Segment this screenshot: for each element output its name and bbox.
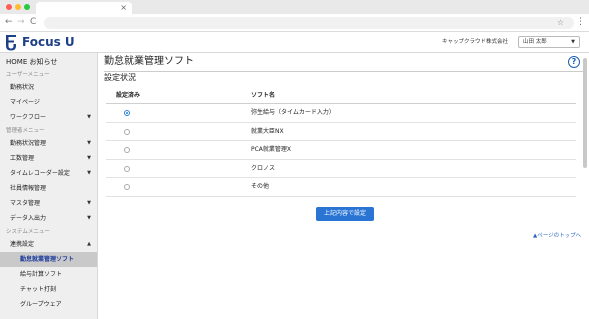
sidebar-item-label: データ入出力 [10,215,47,222]
section-title: 設定状況 [104,73,136,82]
sidebar-subitem-groupware[interactable]: グループウェア [0,297,97,312]
sidebar-item-attendance[interactable]: 勤務状況 [0,80,97,95]
software-name: 就業大臣NX [251,127,284,135]
sidebar-item-label: ワークフロー [10,114,47,121]
table-row[interactable]: PCA就業管理X [106,141,576,160]
sidebar-item-label: タイムレコーダー設定 [10,170,70,177]
app-header: Focus U キャップクラウド株式会社 山田 太郎 ▼ [0,32,589,53]
page-top-link[interactable]: ▲ページのトップへ [533,233,581,240]
software-radio[interactable] [124,184,130,190]
main-content: 勤怠就業管理ソフト ? 設定状況 設定済み ソフト名 弥生給与（タイムカード入力… [104,53,589,319]
sidebar-item-label: 勤務状況管理 [10,140,47,147]
software-name: その他 [251,183,270,190]
sidebar-item-attendance-admin[interactable]: 勤務状況管理 ▼ [0,136,97,151]
logo-text[interactable]: Focus U [22,35,75,50]
browser-tab[interactable]: × [36,2,132,14]
browser-menu-icon[interactable]: ⋮ [576,17,585,28]
column-header-status: 設定済み [116,92,141,99]
sidebar: HOME お知らせ ユーザーメニュー 勤務状況 マイページ ワークフロー ▼ 管… [0,53,98,319]
sidebar-subitem-attendance-software[interactable]: 勤怠就業管理ソフト [0,252,97,267]
window-close-dot[interactable] [6,4,12,10]
software-radio[interactable] [124,128,130,135]
chevron-down-icon: ▼ [571,39,575,45]
table-row[interactable]: 弥生給与（タイムカード入力） [106,104,576,123]
sidebar-subitem-chat-clock[interactable]: チャット打刻 [0,282,97,297]
back-icon[interactable]: ← [5,17,13,28]
software-radio[interactable] [124,165,130,172]
table-row[interactable]: クロノス [106,160,576,178]
sidebar-item-data-io[interactable]: データ入出力 ▼ [0,211,97,226]
sidebar-item-time-recorder[interactable]: タイムレコーダー設定 ▼ [0,166,97,181]
company-name: キャップクラウド株式会社 [442,39,509,45]
sidebar-item-label: 工数管理 [10,155,35,162]
sidebar-subitem-payroll-software[interactable]: 給与計算ソフト [0,267,97,282]
chevron-down-icon: ▼ [87,114,91,120]
table-row[interactable]: 就業大臣NX [106,123,576,141]
sidebar-section-system: システムメニュー [6,229,50,235]
software-name: PCA就業管理X [251,146,292,153]
chevron-down-icon: ▼ [87,170,91,176]
address-bar[interactable]: ☆ [44,17,574,29]
column-header-software: ソフト名 [251,92,276,99]
sidebar-item-mypage[interactable]: マイページ [0,95,97,110]
window-maximize-dot[interactable] [24,4,30,10]
bookmark-star-icon[interactable]: ☆ [557,17,564,29]
chevron-down-icon: ▼ [87,200,91,206]
sidebar-item-home[interactable]: HOME お知らせ [0,53,97,69]
page-title: 勤怠就業管理ソフト [104,56,194,67]
user-name: 山田 太郎 [523,39,547,45]
sidebar-item-employee-info[interactable]: 社員情報管理 [0,181,97,196]
window-minimize-dot[interactable] [15,4,21,10]
sidebar-item-label: 社員情報管理 [10,185,47,192]
software-table: 設定済み ソフト名 弥生給与（タイムカード入力） 就業大臣NX PCA就業管理X… [106,88,576,197]
forward-icon[interactable]: → [17,17,25,28]
chevron-up-icon: ▲ [87,241,91,247]
software-name: クロノス [251,164,276,172]
chevron-down-icon: ▼ [87,215,91,221]
sidebar-section-user: ユーザーメニュー [6,72,50,78]
submit-settings-button[interactable]: 上記内容で設定 [316,207,374,221]
reload-icon[interactable]: C [30,17,36,28]
software-radio[interactable] [124,110,130,116]
table-row[interactable]: その他 [106,178,576,197]
sidebar-item-man-hours[interactable]: 工数管理 ▼ [0,151,97,166]
sidebar-item-master[interactable]: マスタ管理 ▼ [0,196,97,211]
user-select[interactable]: 山田 太郎 ▼ [518,36,580,48]
sidebar-item-label: 連携設定 [10,241,35,248]
scrollbar[interactable] [583,58,587,168]
sidebar-section-admin: 管理者メニュー [6,128,45,134]
chevron-down-icon: ▼ [87,140,91,146]
sidebar-item-label: 勤務状況 [10,84,35,91]
browser-titlebar: × [0,0,589,14]
software-name: 弥生給与（タイムカード入力） [251,109,335,116]
software-radio[interactable] [124,147,130,153]
sidebar-item-label: マイページ [10,99,40,106]
title-divider [104,71,585,72]
sidebar-item-integration[interactable]: 連携設定 ▲ [0,237,97,252]
help-icon[interactable]: ? [568,56,580,68]
tab-close-icon[interactable]: × [120,3,127,13]
focus-u-logo-icon[interactable] [4,33,18,51]
browser-toolbar: ← → C ☆ ⋮ [0,14,589,32]
sidebar-item-workflow[interactable]: ワークフロー ▼ [0,110,97,125]
table-header: 設定済み ソフト名 [106,88,576,104]
chevron-down-icon: ▼ [87,155,91,161]
sidebar-item-label: マスタ管理 [10,200,41,207]
